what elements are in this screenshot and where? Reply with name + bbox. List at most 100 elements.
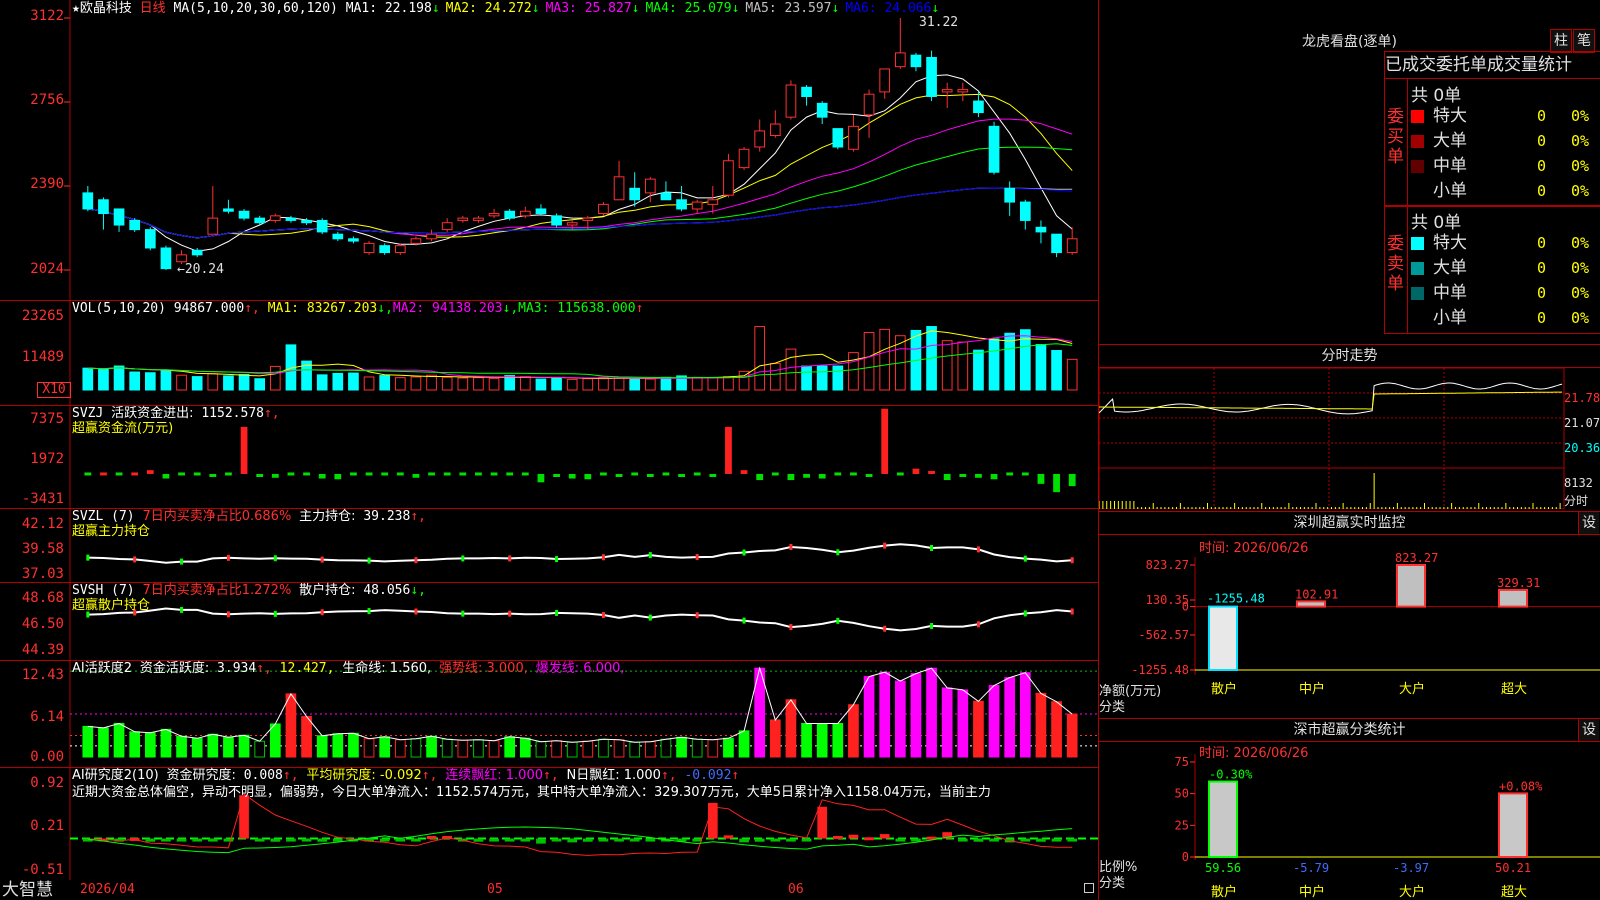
svsh-subtitle: 超赢散户持仓 [72, 598, 151, 613]
activity-bar [785, 699, 797, 758]
vol-ma-arrow: ↓, [502, 301, 519, 316]
holding-tick [976, 546, 980, 553]
ma-arrow: ↓ [631, 1, 640, 16]
candle-body [1051, 233, 1062, 254]
svzj-axis-1: 7375 [30, 411, 64, 427]
volume-bar [98, 368, 109, 391]
date-label-jun: 06 [788, 882, 804, 897]
candle-body [926, 56, 937, 97]
candle-body [988, 125, 1000, 173]
order-row: 中单 0 0% [1409, 155, 1599, 177]
svzj-pane[interactable]: SVZJ 活跃资金进出: 1152.578↑, 超赢资金流(万元) 7375 1… [0, 405, 1098, 509]
fund-flow-bar [865, 473, 873, 477]
order-color-swatch [1411, 312, 1424, 325]
buy-block: 委买单 共 0单 特大 0 0% 大单 0 0% 中单 0 0% 小单 0 0% [1384, 78, 1600, 207]
intraday-panel[interactable]: 21.78 21.07 20.36 8132 分时 [1099, 368, 1600, 509]
holding-tick [508, 610, 512, 617]
vol-ma-legend-item: MA2: 94138.203↓, [392, 301, 519, 316]
order-percent: 0% [1571, 157, 1590, 175]
star-icon[interactable]: ★ [72, 1, 80, 16]
candle-body [629, 187, 641, 201]
candle-body [269, 215, 281, 221]
research-bar [270, 838, 281, 842]
volume-bar [832, 365, 844, 391]
ma-legend-item: MA2: 24.272↓ [445, 1, 540, 16]
intraday-price-3: 20.36 [1564, 441, 1600, 455]
activity-bar [660, 738, 672, 758]
svzl-subtitle: 超赢主力持仓 [72, 524, 151, 539]
order-count: 0 [1537, 157, 1547, 175]
period-label[interactable]: 日线 [140, 1, 166, 16]
intraday-avg-line [1099, 391, 1563, 410]
volume-bar [988, 338, 1000, 391]
research-bar [395, 838, 406, 842]
candle-body [379, 245, 391, 254]
price-pane[interactable]: ★欧晶科技 日线 MA(5,10,20,30,60,120) MA1: 22.1… [0, 0, 1098, 301]
svsh-name: SVSH (7) [72, 583, 135, 598]
monitor-axis-label: -1255.48 [1131, 663, 1189, 677]
ai1-axis-1: 12.43 [21, 667, 64, 683]
date-label-may: 05 [487, 882, 503, 897]
activity-bar [769, 719, 781, 758]
ai-research-chart[interactable] [0, 767, 1098, 880]
ai2-axis-1: 0.92 [30, 775, 64, 791]
activity-bar [1066, 713, 1078, 758]
candle-body [410, 238, 422, 244]
ai2-arrow: ↑, [282, 768, 299, 783]
order-percent: 0% [1571, 182, 1590, 200]
holding-tick [367, 557, 371, 564]
activity-bar [973, 700, 984, 758]
volume-pane[interactable]: VOL(5,10,20) 94867.000↑, MA1: 83267.203↓… [0, 300, 1098, 406]
candlestick-chart[interactable] [0, 0, 1098, 300]
volume-bar [488, 377, 500, 391]
activity-bar [598, 738, 609, 758]
svsh-pane[interactable]: SVSH (7) 7日内买卖净占比1.272% 散户持仓: 48.056↓, 超… [0, 582, 1098, 661]
holding-tick [883, 625, 887, 632]
sell-total: 共 0单 [1411, 213, 1462, 233]
ai2-nred: N日飘红: 1.000 [566, 768, 661, 783]
volume-bar [176, 374, 187, 391]
lock-icon[interactable] [1084, 883, 1094, 893]
volume-bar [1004, 332, 1016, 391]
ai-activity-pane[interactable]: AI活跃度2 资金活跃度: 3.934↑, 12.427, 生命线: 1.560… [0, 660, 1098, 768]
sz-classify-settings-button[interactable]: 设 [1578, 719, 1599, 741]
candle-body [707, 199, 719, 205]
volume-bar [316, 374, 328, 391]
monitor-value-label: 329.31 [1497, 576, 1540, 590]
ai1-name: AI活跃度2 [72, 661, 132, 676]
fund-flow-tick [459, 472, 467, 476]
svzl-title: SVZL (7) 7日内买卖净占比0.686% 主力持仓: 39.238↑, [72, 509, 426, 524]
research-bar [567, 838, 578, 843]
ai-activity-chart[interactable] [0, 660, 1098, 767]
sz-monitor-settings-button[interactable]: 设 [1578, 512, 1599, 534]
activity-bar [894, 680, 906, 758]
svzl-axis-2: 39.58 [21, 541, 64, 557]
holding-tick [226, 611, 230, 618]
holding-tick [226, 554, 230, 561]
activity-bar [504, 736, 516, 758]
longhu-panel: 龙虎看盘(逐单) 柱 笔 已成交委托单成交量统计 委买单 共 0单 特大 0 0% 大… [1099, 0, 1600, 344]
tick-view-button[interactable]: 笔 [1573, 29, 1595, 53]
date-axis[interactable]: 大智慧 2026/04 05 06 [0, 880, 1098, 900]
svzl-pane[interactable]: SVZL (7) 7日内买卖净占比0.686% 主力持仓: 39.238↑, 超… [0, 508, 1098, 583]
fund-flow-tick [521, 472, 529, 476]
fund-flow-bar [787, 473, 795, 481]
bar-view-button[interactable]: 柱 [1550, 29, 1572, 53]
research-bar [379, 838, 390, 842]
classify-change-label: -0.30% [1209, 768, 1253, 782]
activity-bar [441, 738, 453, 758]
ai1-axis-2: 6.14 [30, 709, 64, 725]
price-title: ★欧晶科技 日线 MA(5,10,20,30,60,120) MA1: 22.1… [72, 1, 945, 16]
sz-monitor-xlabel: 分类 [1099, 700, 1126, 715]
longhu-tab-stats[interactable]: 已成交委托单成交量统计 [1384, 51, 1600, 79]
ai-research-pane[interactable]: AI研究度2(10) 资金研究度: 0.008↑, 平均研究度: -0.092↑… [0, 767, 1098, 881]
candle-body [160, 247, 172, 270]
activity-bar [629, 741, 641, 758]
activity-bar [269, 723, 281, 758]
ai2-cont: 连续飘红: 1.000 [445, 768, 543, 783]
research-bar [176, 838, 187, 842]
svzl-arrow: ↑, [410, 509, 426, 524]
intraday-chart[interactable] [1099, 368, 1600, 509]
candle-body [238, 210, 250, 219]
ai2-value: 0.008 [243, 768, 283, 783]
